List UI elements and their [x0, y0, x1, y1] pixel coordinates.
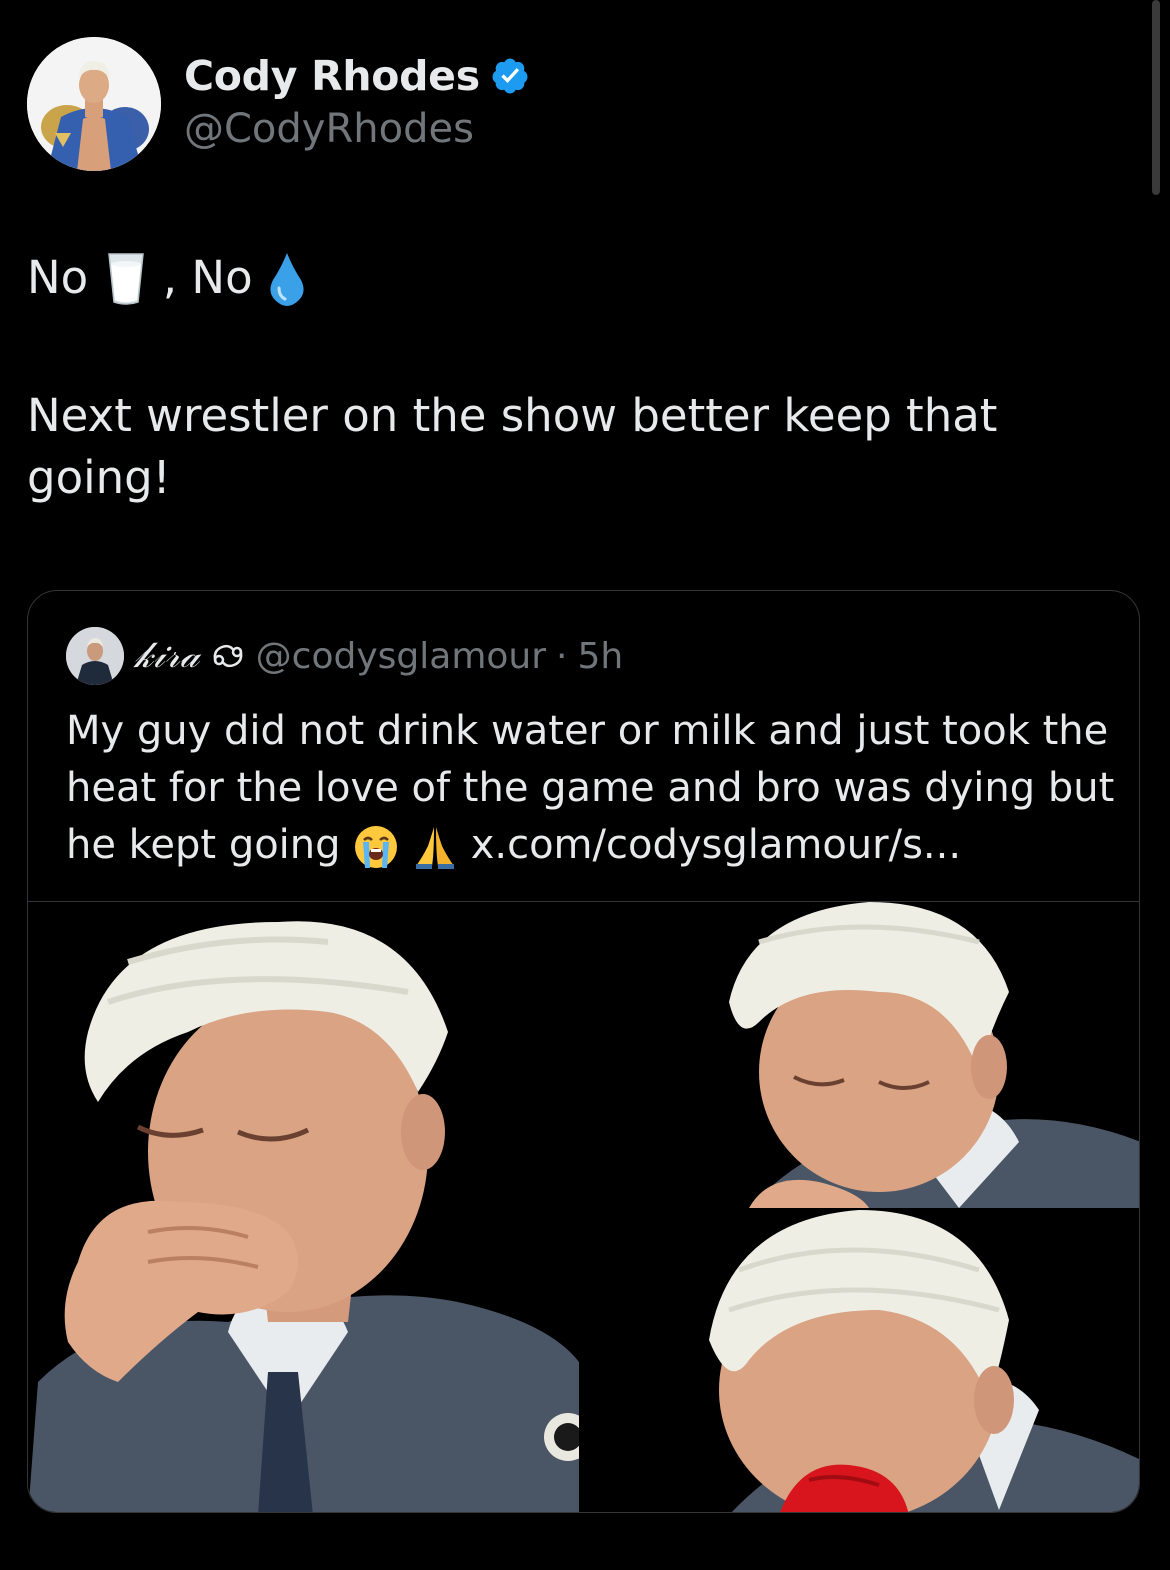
- verified-badge-icon: [492, 58, 528, 94]
- quoted-tweet-card[interactable]: 𝓀𝒾𝓇𝒶 @codysglamour · 5h My guy did not d…: [27, 590, 1140, 1513]
- tweet-text-part1: No: [27, 251, 103, 304]
- author-name-row[interactable]: Cody Rhodes: [184, 52, 530, 100]
- quoted-media-grid[interactable]: [28, 901, 1139, 1512]
- cancer-zodiac-icon: [213, 644, 243, 668]
- author-handle[interactable]: @CodyRhodes: [184, 106, 474, 152]
- quoted-author-avatar[interactable]: [66, 627, 124, 685]
- tweet-text-line1: No , No: [27, 248, 307, 308]
- folded-hands-emoji-icon: [415, 827, 454, 869]
- quoted-display-name[interactable]: 𝓀𝒾𝓇𝒶: [134, 635, 200, 677]
- quoted-tweet-header[interactable]: 𝓀𝒾𝓇𝒶 @codysglamour · 5h: [66, 627, 623, 685]
- quoted-tweet-text: My guy did not drink water or milk and j…: [66, 703, 1126, 874]
- quoted-handle[interactable]: @codysglamour: [256, 636, 546, 677]
- quoted-time[interactable]: 5h: [577, 636, 623, 677]
- tweet-text-part2: , No: [148, 251, 267, 304]
- photo-red-cloth-image: [579, 1210, 1139, 1512]
- photo-coughing-image: [28, 902, 579, 1512]
- quoted-profile-photo-icon: [66, 627, 124, 685]
- milk-glass-emoji-icon: [107, 253, 144, 305]
- profile-photo-icon: [27, 37, 161, 171]
- quoted-separator: ·: [556, 635, 568, 677]
- photo-head-down[interactable]: [579, 902, 1139, 1208]
- photo-head-down-image: [579, 902, 1139, 1208]
- loudly-crying-face-emoji-icon: [355, 826, 398, 868]
- scrollbar[interactable]: [1152, 0, 1160, 195]
- tweet-text-line2: Next wrestler on the show better keep th…: [27, 389, 998, 504]
- photo-red-cloth[interactable]: [579, 1210, 1139, 1512]
- quoted-link[interactable]: x.com/codysglamour/s...: [471, 822, 961, 868]
- photo-coughing[interactable]: [28, 902, 579, 1512]
- author-display-name[interactable]: Cody Rhodes: [184, 52, 480, 100]
- droplet-emoji-icon: [270, 253, 304, 306]
- author-avatar[interactable]: [27, 37, 161, 171]
